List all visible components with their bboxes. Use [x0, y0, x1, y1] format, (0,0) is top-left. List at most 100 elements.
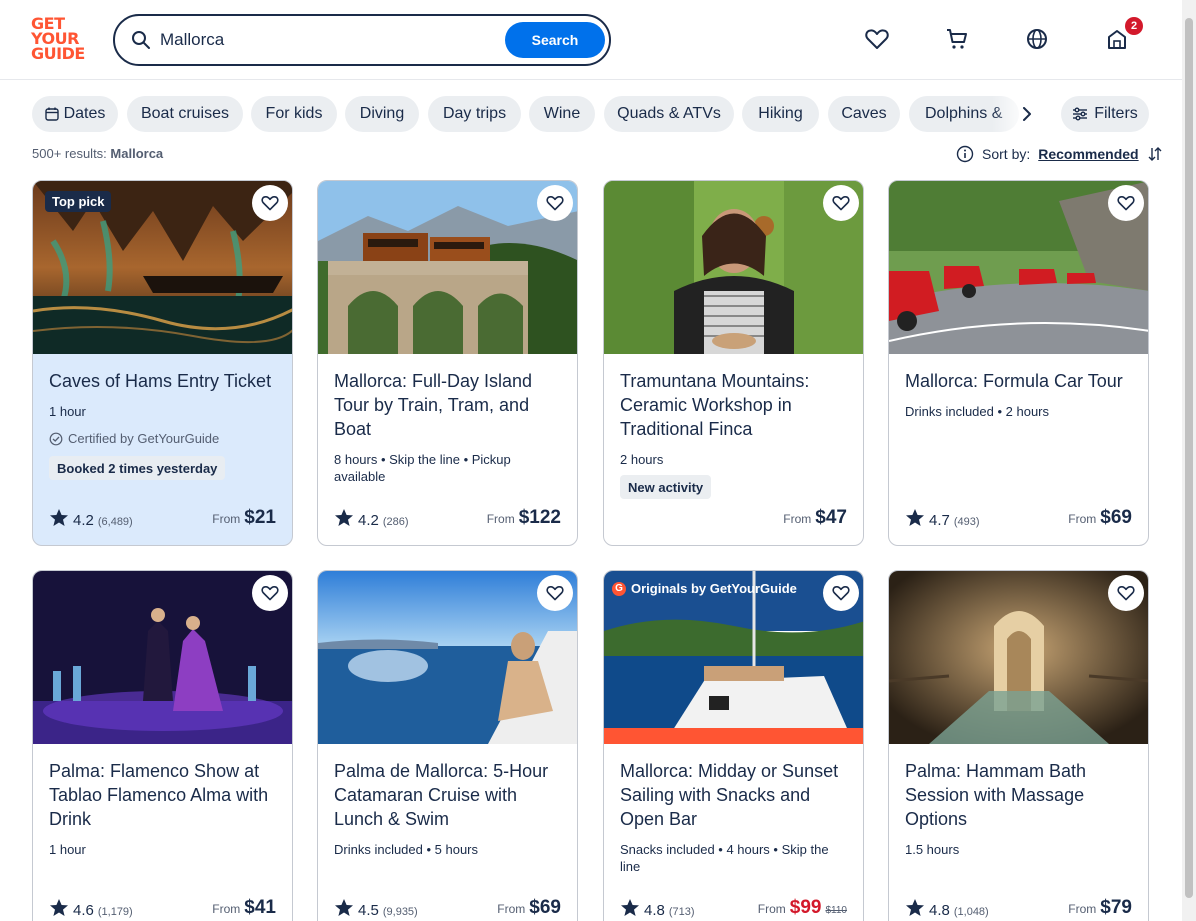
- wishlist-heart-icon[interactable]: [862, 24, 892, 54]
- cart-icon[interactable]: [942, 24, 972, 54]
- activity-meta: 2 hours: [620, 452, 664, 467]
- originals-text: Originals by GetYourGuide: [631, 581, 797, 596]
- getyourguide-logo[interactable]: GET YOUR GUIDE: [31, 16, 91, 64]
- results-query: Mallorca: [110, 146, 164, 161]
- chevron-right-icon[interactable]: [1014, 98, 1040, 130]
- price-amount: $41: [244, 897, 276, 918]
- chip-label: Day trips: [442, 105, 507, 122]
- activity-card[interactable]: Palma: Hammam Bath Session with Massage …: [888, 570, 1149, 921]
- wishlist-heart-icon[interactable]: [252, 575, 288, 611]
- header: GET YOUR GUIDE Search 2: [0, 0, 1182, 80]
- price: From $21: [212, 507, 276, 529]
- info-icon[interactable]: [956, 145, 974, 163]
- activity-title[interactable]: Mallorca: Midday or Sunset Sailing with …: [620, 759, 850, 831]
- globe-language-icon[interactable]: [1022, 24, 1052, 54]
- chip-hiking[interactable]: Hiking: [742, 96, 819, 132]
- activity-card[interactable]: Mallorca: Formula Car Tour Drinks includ…: [888, 180, 1149, 546]
- chip-label: Boat cruises: [140, 105, 230, 122]
- chip-quads-atvs[interactable]: Quads & ATVs: [604, 96, 734, 132]
- certified-label: Certified by GetYourGuide: [49, 431, 219, 446]
- star-icon: [50, 509, 68, 526]
- originals-strip: [604, 728, 863, 744]
- chip-boat-cruises[interactable]: Boat cruises: [127, 96, 243, 132]
- price: From $122: [487, 507, 561, 529]
- review-count: (9,935): [382, 906, 418, 918]
- price-amount: $122: [518, 507, 561, 528]
- chip-label: Dates: [63, 105, 106, 122]
- price-from-label: From: [1068, 902, 1097, 916]
- sort-arrows-icon: [1148, 147, 1162, 161]
- activity-title[interactable]: Palma de Mallorca: 5-Hour Catamaran Crui…: [334, 759, 564, 831]
- calendar-icon: [44, 107, 59, 121]
- wishlist-heart-icon[interactable]: [823, 185, 859, 221]
- review-count: (493): [953, 516, 980, 528]
- price: From $47: [783, 507, 847, 529]
- star-icon: [906, 899, 924, 916]
- rating: 4.5 (9,935): [334, 895, 418, 919]
- search-button[interactable]: Search: [505, 22, 605, 58]
- price-amount: $21: [244, 507, 276, 528]
- activity-title[interactable]: Palma: Flamenco Show at Tablao Flamenco …: [49, 759, 279, 831]
- price: From $41: [212, 897, 276, 919]
- sliders-icon: [1073, 107, 1088, 121]
- sale-price-amount: $99: [789, 897, 822, 918]
- wishlist-heart-icon[interactable]: [252, 185, 288, 221]
- activity-card[interactable]: Top pick Caves of Hams Entry Ticket 1 ho…: [32, 180, 293, 546]
- activity-title[interactable]: Caves of Hams Entry Ticket: [49, 369, 279, 393]
- star-icon: [335, 899, 353, 916]
- chip-for-kids[interactable]: For kids: [251, 96, 337, 132]
- check-badge-icon: [49, 432, 63, 445]
- booked-badge: Booked 2 times yesterday: [49, 456, 226, 480]
- logo-line: GUIDE: [31, 44, 85, 63]
- wishlist-heart-icon[interactable]: [823, 575, 859, 611]
- activity-title[interactable]: Mallorca: Full-Day Island Tour by Train,…: [334, 369, 564, 441]
- rating-value: 4.8: [929, 902, 950, 919]
- activity-card[interactable]: G Originals by GetYourGuide Mallorca: Mi…: [603, 570, 864, 921]
- chip-caves[interactable]: Caves: [828, 96, 900, 132]
- chip-wine[interactable]: Wine: [529, 96, 595, 132]
- rating: 4.2 (286): [334, 505, 409, 529]
- rating-value: 4.5: [358, 902, 379, 919]
- price: From $99 $110: [758, 897, 847, 919]
- review-count: (286): [382, 516, 409, 528]
- activity-card[interactable]: Palma de Mallorca: 5-Hour Catamaran Crui…: [317, 570, 578, 921]
- star-icon: [50, 899, 68, 916]
- activity-title[interactable]: Mallorca: Formula Car Tour: [905, 369, 1135, 393]
- scrollbar-thumb[interactable]: [1185, 18, 1193, 898]
- activity-card[interactable]: Palma: Flamenco Show at Tablao Flamenco …: [32, 570, 293, 921]
- activity-title[interactable]: Palma: Hammam Bath Session with Massage …: [905, 759, 1135, 831]
- chip-label: Quads & ATVs: [617, 105, 721, 122]
- new-activity-badge: New activity: [620, 475, 712, 499]
- wishlist-heart-icon[interactable]: [537, 185, 573, 221]
- activity-card[interactable]: Tramuntana Mountains: Ceramic Workshop i…: [603, 180, 864, 546]
- sort-value[interactable]: Recommended: [1038, 146, 1138, 162]
- filters-label: Filters: [1094, 105, 1138, 122]
- price-from-label: From: [212, 902, 241, 916]
- activity-card[interactable]: Mallorca: Full-Day Island Tour by Train,…: [317, 180, 578, 546]
- filters-button[interactable]: Filters: [1061, 96, 1149, 132]
- rating: 4.7 (493): [905, 505, 980, 529]
- top-pick-badge: Top pick: [45, 191, 112, 212]
- review-count: (713): [668, 906, 695, 918]
- notification-badge: 2: [1125, 17, 1143, 35]
- page-scrollbar[interactable]: [1182, 0, 1196, 921]
- price: From $79: [1068, 897, 1132, 919]
- rating: 4.8 (713): [620, 895, 695, 919]
- chip-label: Hiking: [758, 105, 803, 122]
- activity-title[interactable]: Tramuntana Mountains: Ceramic Workshop i…: [620, 369, 850, 441]
- sort-control[interactable]: Sort by: Recommended: [956, 143, 1163, 165]
- wishlist-heart-icon[interactable]: [1108, 185, 1144, 221]
- originals-badge: G Originals by GetYourGuide: [612, 581, 797, 596]
- results-count: 500+ results: Mallorca: [32, 146, 163, 161]
- wishlist-heart-icon[interactable]: [537, 575, 573, 611]
- chip-day-trips[interactable]: Day trips: [428, 96, 521, 132]
- chip-diving[interactable]: Diving: [345, 96, 419, 132]
- rating-value: 4.2: [358, 512, 379, 529]
- price-from-label: From: [486, 512, 515, 526]
- chip-label: Caves: [841, 105, 887, 122]
- wishlist-heart-icon[interactable]: [1108, 575, 1144, 611]
- search-input[interactable]: [160, 26, 500, 54]
- original-price: $110: [825, 905, 847, 916]
- activity-meta: 1 hour: [49, 842, 86, 857]
- chip-dates[interactable]: Dates: [32, 96, 118, 132]
